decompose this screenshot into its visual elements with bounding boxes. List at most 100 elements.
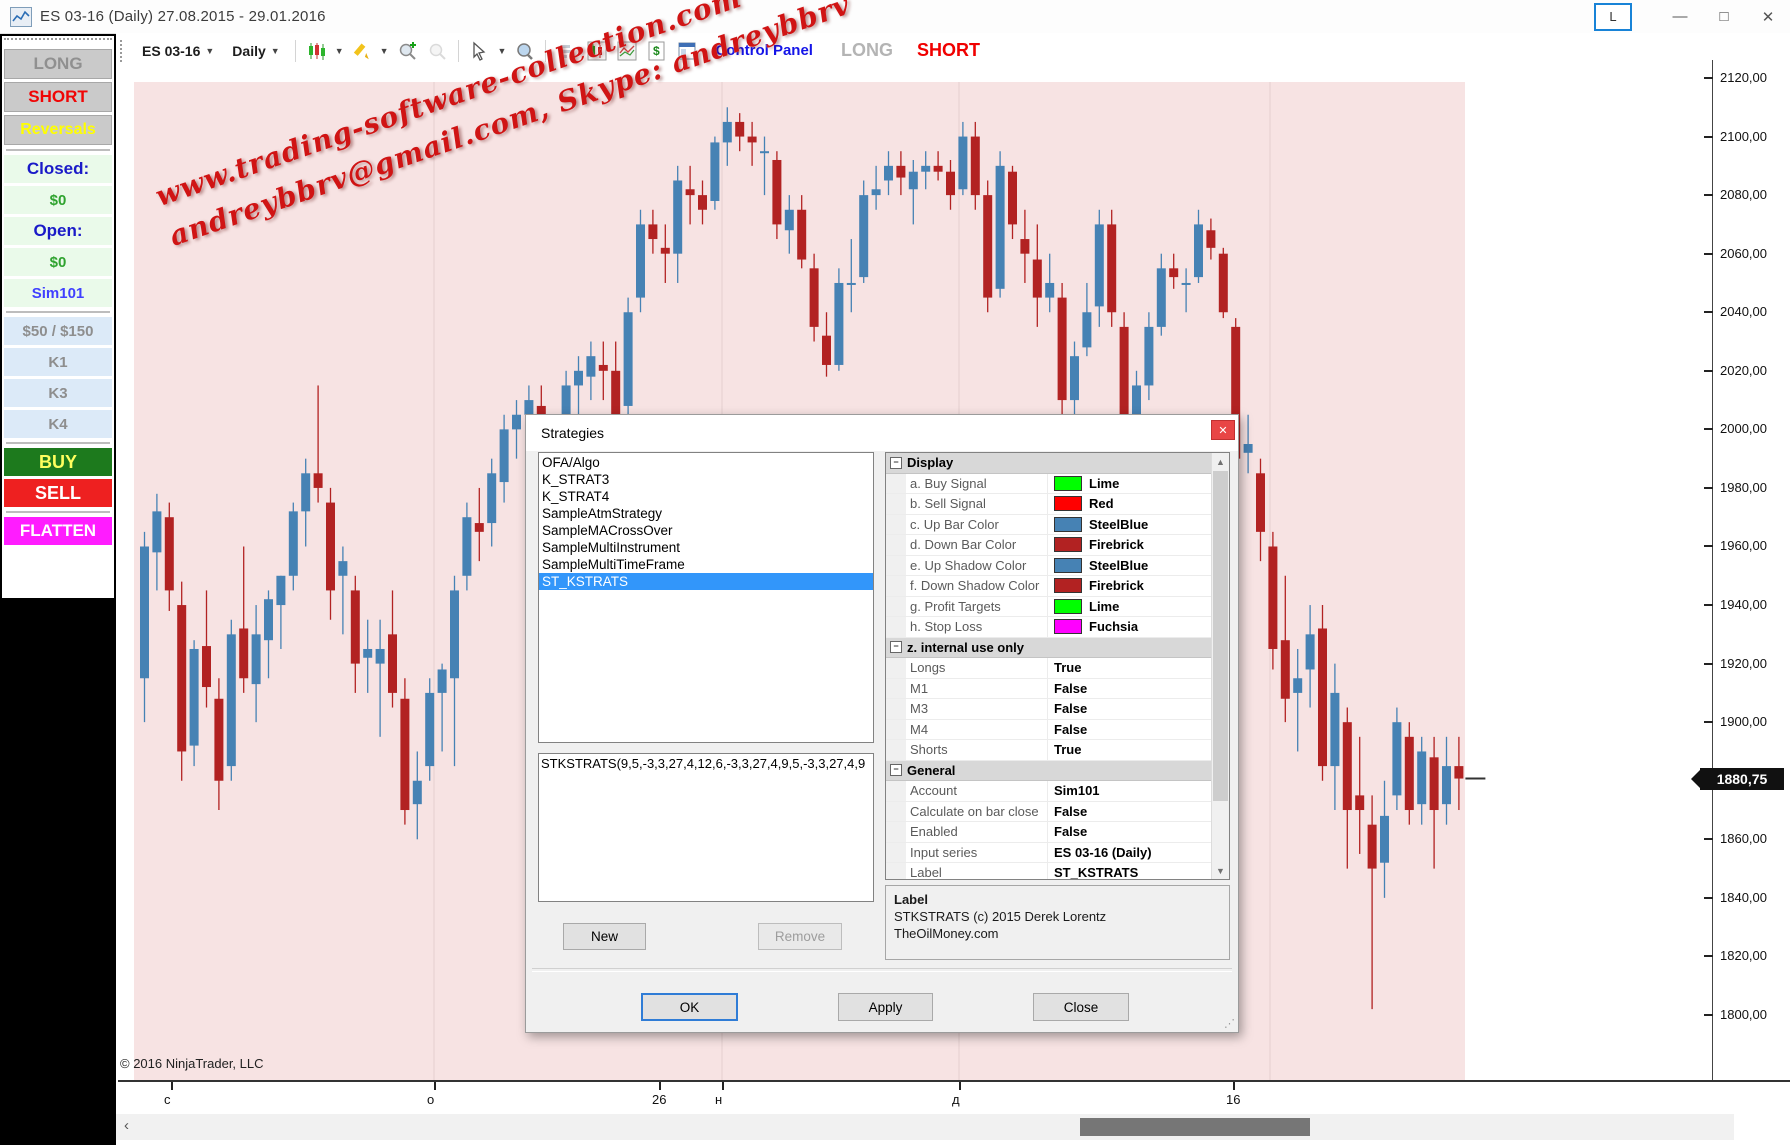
scroll-down-icon[interactable]: ▼: [1212, 862, 1229, 879]
chevron-down-icon[interactable]: ▼: [498, 46, 507, 56]
property-row[interactable]: Input seriesES 03-16 (Daily): [886, 843, 1212, 864]
property-name: g. Profit Targets: [886, 597, 1048, 617]
property-section-header[interactable]: −Display: [886, 453, 1212, 474]
property-value[interactable]: False: [1048, 822, 1212, 842]
instrument-selector[interactable]: ES 03-16 ▼: [136, 41, 220, 61]
strategy-list-item[interactable]: SampleAtmStrategy: [539, 505, 873, 522]
reversals-button[interactable]: Reversals: [4, 115, 112, 145]
dialog-close-icon[interactable]: ✕: [1211, 420, 1235, 440]
scroll-left-icon[interactable]: ‹: [124, 1117, 129, 1134]
toolbar-short-link[interactable]: SHORT: [917, 40, 980, 61]
property-row[interactable]: a. Buy SignalLime: [886, 474, 1212, 495]
property-row[interactable]: ShortsTrue: [886, 740, 1212, 761]
sell-button[interactable]: SELL: [4, 479, 112, 507]
property-row[interactable]: Calculate on bar closeFalse: [886, 802, 1212, 823]
link-button[interactable]: L: [1594, 3, 1632, 31]
property-value[interactable]: Firebrick: [1048, 535, 1212, 555]
risk-preset-button[interactable]: $50 / $150: [4, 317, 112, 345]
close-dialog-button[interactable]: Close: [1033, 993, 1129, 1021]
property-row[interactable]: h. Stop LossFuchsia: [886, 617, 1212, 638]
price-tick-label: 1940,00: [1720, 597, 1767, 612]
collapse-icon[interactable]: −: [890, 641, 902, 653]
zoom-in-icon[interactable]: [395, 39, 419, 63]
property-row[interactable]: b. Sell SignalRed: [886, 494, 1212, 515]
property-value[interactable]: SteelBlue: [1048, 556, 1212, 576]
property-row[interactable]: g. Profit TargetsLime: [886, 597, 1212, 618]
drawing-pencil-icon[interactable]: [350, 39, 374, 63]
period-selector[interactable]: Daily ▼: [226, 41, 285, 61]
property-row[interactable]: AccountSim101: [886, 781, 1212, 802]
close-button[interactable]: ✕: [1746, 0, 1790, 33]
chart-style-icon[interactable]: [305, 39, 329, 63]
property-grid[interactable]: −Displaya. Buy SignalLimeb. Sell SignalR…: [885, 452, 1230, 880]
ok-button[interactable]: OK: [641, 993, 738, 1021]
property-value[interactable]: Lime: [1048, 474, 1212, 494]
property-row[interactable]: M1False: [886, 679, 1212, 700]
strategy-list-item[interactable]: SampleMultiInstrument: [539, 539, 873, 556]
scrollbar-thumb[interactable]: [1213, 471, 1228, 801]
property-value[interactable]: False: [1048, 802, 1212, 822]
resize-grip[interactable]: ⋰: [1224, 1017, 1236, 1030]
property-value[interactable]: Fuchsia: [1048, 617, 1212, 637]
property-value[interactable]: Firebrick: [1048, 576, 1212, 596]
property-value[interactable]: Red: [1048, 494, 1212, 514]
property-value[interactable]: SteelBlue: [1048, 515, 1212, 535]
property-value[interactable]: False: [1048, 679, 1212, 699]
zoom-out-icon[interactable]: [425, 39, 449, 63]
strategy-list[interactable]: OFA/AlgoK_STRAT3K_STRAT4SampleAtmStrateg…: [538, 452, 874, 743]
property-row[interactable]: LongsTrue: [886, 658, 1212, 679]
sidebar-divider: [6, 511, 110, 513]
strategy-list-item[interactable]: K_STRAT4: [539, 488, 873, 505]
cursor-icon[interactable]: [468, 39, 492, 63]
new-button[interactable]: New: [563, 923, 646, 950]
chevron-down-icon[interactable]: ▼: [380, 46, 389, 56]
strategy-list-item[interactable]: OFA/Algo: [539, 454, 873, 471]
property-value-text: SteelBlue: [1089, 517, 1148, 532]
strategy-list-item[interactable]: SampleMultiTimeFrame: [539, 556, 873, 573]
dialog-title-bar[interactable]: Strategies: [526, 415, 1238, 451]
flatten-button[interactable]: FLATTEN: [4, 517, 112, 545]
property-value[interactable]: ES 03-16 (Daily): [1048, 843, 1212, 863]
collapse-icon[interactable]: −: [890, 457, 902, 469]
section-title: General: [907, 763, 955, 778]
property-section-header[interactable]: −z. internal use only: [886, 638, 1212, 659]
toolbar-long-link[interactable]: LONG: [841, 40, 893, 61]
property-value[interactable]: ST_KSTRATS: [1048, 863, 1212, 880]
property-value[interactable]: Sim101: [1048, 781, 1212, 801]
property-row[interactable]: e. Up Shadow ColorSteelBlue: [886, 556, 1212, 577]
property-value[interactable]: True: [1048, 740, 1212, 760]
strategy-list-item[interactable]: K_STRAT3: [539, 471, 873, 488]
property-grid-scrollbar[interactable]: ▲ ▼: [1211, 453, 1229, 879]
property-row[interactable]: LabelST_KSTRATS: [886, 863, 1212, 880]
property-value[interactable]: True: [1048, 658, 1212, 678]
strategy-list-item[interactable]: SampleMACrossOver: [539, 522, 873, 539]
long-button[interactable]: LONG: [4, 49, 112, 79]
property-row[interactable]: EnabledFalse: [886, 822, 1212, 843]
k4-button[interactable]: K4: [4, 410, 112, 438]
property-value[interactable]: False: [1048, 720, 1212, 740]
maximize-button[interactable]: □: [1702, 0, 1746, 33]
property-row[interactable]: c. Up Bar ColorSteelBlue: [886, 515, 1212, 536]
short-button[interactable]: SHORT: [4, 82, 112, 112]
k1-button[interactable]: K1: [4, 348, 112, 376]
scroll-up-icon[interactable]: ▲: [1212, 453, 1229, 470]
property-value[interactable]: Lime: [1048, 597, 1212, 617]
sidebar-grip[interactable]: [4, 38, 112, 46]
property-row[interactable]: M3False: [886, 699, 1212, 720]
property-row[interactable]: M4False: [886, 720, 1212, 741]
buy-button[interactable]: BUY: [4, 448, 112, 476]
k3-button[interactable]: K3: [4, 379, 112, 407]
apply-button[interactable]: Apply: [838, 993, 933, 1021]
property-value[interactable]: False: [1048, 699, 1212, 719]
scrollbar-thumb[interactable]: [1080, 1118, 1310, 1136]
toolbar-grip[interactable]: [120, 40, 126, 62]
property-row[interactable]: f. Down Shadow ColorFirebrick: [886, 576, 1212, 597]
property-row[interactable]: d. Down Bar ColorFirebrick: [886, 535, 1212, 556]
collapse-icon[interactable]: −: [890, 764, 902, 776]
strategy-list-item[interactable]: ST_KSTRATS: [539, 573, 873, 590]
minimize-button[interactable]: —: [1658, 0, 1702, 33]
chevron-down-icon[interactable]: ▼: [335, 46, 344, 56]
strategy-parameters-box[interactable]: STKSTRATS(9,5,-3,3,27,4,12,6,-3,3,27,4,9…: [538, 753, 874, 902]
property-section-header[interactable]: −General: [886, 761, 1212, 782]
horizontal-scrollbar[interactable]: ‹: [116, 1114, 1734, 1140]
